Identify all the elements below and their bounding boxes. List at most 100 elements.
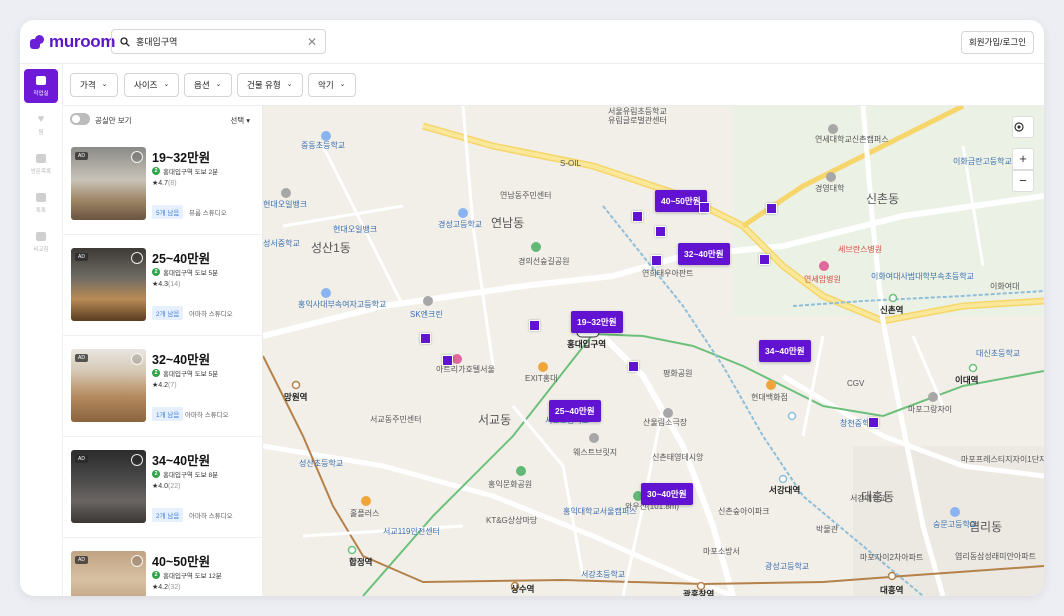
place-label: 유림글로벌관센터 [608,116,667,125]
place-label: 서강대학교 [850,494,887,503]
listing-marker[interactable] [766,203,777,214]
heart-icon[interactable] [131,454,143,466]
place-label: 평화공원 [663,369,693,378]
listing-marker[interactable] [628,361,639,372]
place-label: 신촌태영데시앙 [652,453,704,462]
locate-me-button[interactable] [1012,116,1034,138]
listing-marker[interactable] [868,417,879,428]
place-label: 경영대학 [815,184,845,193]
listing-marker[interactable] [651,255,662,266]
listing-station: 2 홍대입구역 도보 8분 [152,469,218,479]
station-label: 광흥창역 [683,589,715,596]
place-label: 연세암병원 [804,275,841,284]
heart-icon[interactable] [131,151,143,163]
vacancy-toggle[interactable] [70,113,90,125]
listing-marker[interactable] [699,202,710,213]
place-label: 홀플러스 [350,509,380,518]
area-label: 신촌동 [866,192,900,206]
vacancy-badge: 1개 남음 [152,407,184,421]
listing-card[interactable]: AD 40~50만원 2 홍대입구역 도보 12분 ★4.2(32) [63,538,262,596]
clear-icon[interactable]: ✕ [307,35,317,49]
place-label: 이화여대사범대학부속초등학교 [871,272,975,281]
sort-label: 선택 [230,116,245,125]
listing-marker[interactable] [529,320,540,331]
listing-card[interactable]: AD 19~32만원 2 홍대입구역 도보 2분 ★4.7(8) 5개 남음 뮤룸… [63,134,262,235]
zoom-in-button[interactable]: + [1012,148,1034,170]
station-label: 신촌역 [880,305,904,315]
price-pin[interactable]: 25~40만원 [549,400,601,422]
nav-item-studio[interactable]: 작업실 [24,69,58,103]
listing-rating: ★4.7(8) [152,180,177,187]
place-label: 신촌숲아이파크 [718,507,770,516]
area-label: 서교동 [478,413,512,427]
sort-dropdown[interactable]: 선택 ▾ [230,115,250,126]
filter-options[interactable]: 옵션 ⌄ [184,73,232,97]
area-label: 연남동 [491,216,525,230]
app-window: muroom 홍대입구역 ✕ 회원가입/로그인 작업실 ♥ 찜 방문목록 톡톡 [20,20,1044,596]
search-input[interactable]: 홍대입구역 ✕ [111,29,326,54]
listing-card[interactable]: AD 25~40만원 2 홍대입구역 도보 5분 ★4.3(14) 2개 남음 아… [63,235,262,336]
listing-marker[interactable] [655,226,666,237]
price-pin[interactable]: 34~40만원 [759,340,811,362]
nav-item-visits[interactable]: 방문목록 [24,147,58,181]
filter-bar: 가격 ⌄ 사이즈 ⌄ 옵션 ⌄ 건물 유형 ⌄ 악기 ⌄ [63,64,1044,106]
listing-card[interactable]: AD 32~40만원 2 홍대입구역 도보 5분 ★4.2(7) 1개 남음 아마… [63,336,262,437]
heart-icon: ♥ [37,112,45,125]
price-pin[interactable]: 30~40만원 [641,483,693,505]
listing-price: 40~50만원 [152,555,211,569]
price-pin[interactable]: 19~32만원 [571,311,623,333]
place-label: 연남동주민센터 [500,191,552,200]
filter-size[interactable]: 사이즈 ⌄ [124,73,180,97]
station-label: 이대역 [955,375,979,385]
login-button[interactable]: 회원가입/로그인 [960,31,1034,54]
listing-marker[interactable] [420,333,431,344]
place-label: CGV [847,379,865,388]
area-label: 성산1동 [311,241,351,255]
listing-marker[interactable] [442,355,453,366]
place-label: 염리동삼성래미안아파트 [955,552,1036,561]
place-label: 마포프레스티지자이1단지 [961,455,1044,464]
vacancy-badge: 5개 남음 [152,205,184,219]
zoom-out-button[interactable]: − [1012,170,1034,192]
map-view[interactable]: 성산1동 연남동 신촌동 서교동 대흥동 염리동 홍대입구역 신촌역 이대역 망… [263,106,1044,596]
nav-item-chat[interactable]: 톡톡 [24,186,58,220]
listing-card[interactable]: AD 34~40만원 2 홍대입구역 도보 8분 ★4.0(22) 2개 남음 아… [63,437,262,538]
listing-marker[interactable] [759,254,770,265]
station-label: 상수역 [511,584,535,594]
place-label: 마포자이2차아파트 [860,553,924,562]
heart-icon[interactable] [131,353,143,365]
studio-name: 아마하 스튜디오 [189,311,233,318]
studio-name: 아마하 스튜디오 [189,513,233,520]
toggle-label: 공실만 보기 [95,116,132,125]
listing-station: 2 홍대입구역 도보 12분 [152,570,222,580]
listing-price: 19~32만원 [152,151,211,165]
listing-photo: AD [71,248,146,321]
line2-icon: 2 [152,470,160,478]
heart-icon[interactable] [131,555,143,567]
listing-price: 32~40만원 [152,353,211,367]
chevron-down-icon: ⌄ [286,81,293,88]
place-label: 마포그랑자이 [908,405,953,414]
nav-item-favorites[interactable]: ♥ 찜 [24,108,58,142]
listing-station: 2 홍대입구역 도보 5분 [152,267,218,277]
listing-rating: ★4.0(22) [152,483,181,490]
search-value: 홍대입구역 [136,37,178,47]
place-label: 이화금란고등학교 [953,157,1012,166]
station-text: 홍대입구역 도보 8분 [163,472,219,479]
listing-marker[interactable] [632,211,643,222]
filter-instrument[interactable]: 악기 ⌄ [308,73,356,97]
nav-item-label: 비교함 [33,246,49,253]
heart-icon[interactable] [131,252,143,264]
ad-badge: AD [75,455,88,463]
line2-icon: 2 [152,268,160,276]
price-pin[interactable]: 32~40만원 [678,243,730,265]
logo[interactable]: muroom [30,32,116,52]
rating-value: 4.3 [158,281,169,288]
filter-price[interactable]: 가격 ⌄ [70,73,118,97]
map-base [263,106,1044,596]
filter-building-type[interactable]: 건물 유형 ⌄ [237,73,303,97]
nav-item-label: 찜 [38,129,44,136]
listing-rating: ★4.2(32) [152,584,181,591]
search-icon [120,36,130,47]
nav-item-compare[interactable]: 비교함 [24,225,58,259]
